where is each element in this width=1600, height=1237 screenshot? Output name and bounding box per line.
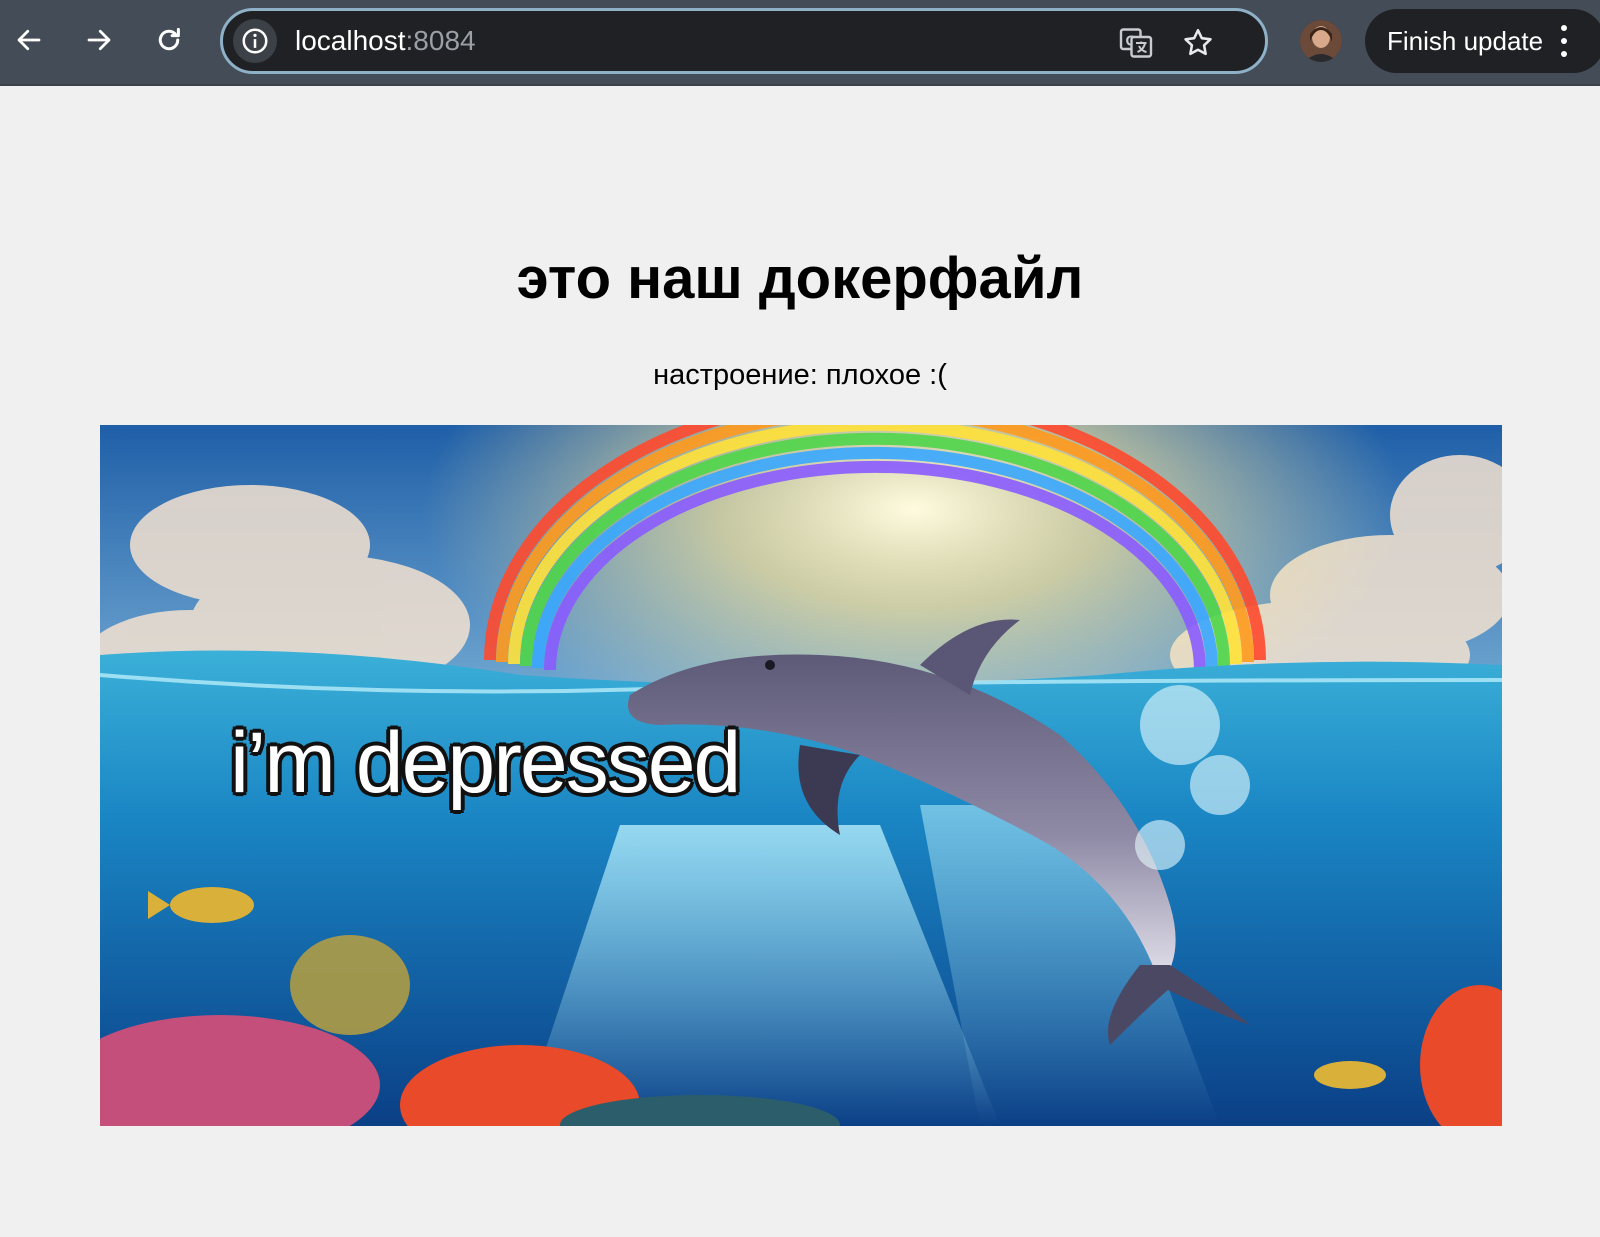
vertical-dots-icon[interactable]	[1557, 25, 1571, 57]
back-button[interactable]	[6, 17, 52, 63]
dolphin-meme-image: i’m depressed	[100, 425, 1502, 1126]
reload-button[interactable]	[146, 17, 192, 63]
translate-icon: G	[1119, 28, 1153, 58]
arrow-left-icon	[17, 29, 41, 51]
site-info-button[interactable]	[233, 19, 277, 63]
finish-update-button[interactable]: Finish update	[1365, 9, 1600, 73]
profile-avatar[interactable]	[1300, 20, 1342, 62]
url-host: localhost	[295, 25, 406, 56]
forward-button[interactable]	[76, 17, 122, 63]
mood-text: настроение: плохое :(	[653, 359, 947, 391]
star-icon	[1184, 28, 1212, 56]
address-bar[interactable]: localhost:8084 G	[220, 8, 1268, 74]
url-text[interactable]: localhost:8084	[295, 25, 476, 57]
translate-button[interactable]: G	[1116, 23, 1156, 63]
reload-icon	[158, 27, 180, 51]
avatar-image	[1300, 20, 1342, 62]
bookmark-button[interactable]	[1178, 23, 1218, 63]
browser-toolbar: localhost:8084 G Finish update	[0, 0, 1600, 86]
info-icon	[242, 28, 268, 54]
url-port: :8084	[405, 25, 476, 56]
page-title: это наш докерфайл	[516, 246, 1084, 311]
arrow-right-icon	[87, 29, 111, 51]
meme-caption: i’m depressed	[230, 715, 741, 811]
finish-update-label: Finish update	[1387, 26, 1544, 56]
